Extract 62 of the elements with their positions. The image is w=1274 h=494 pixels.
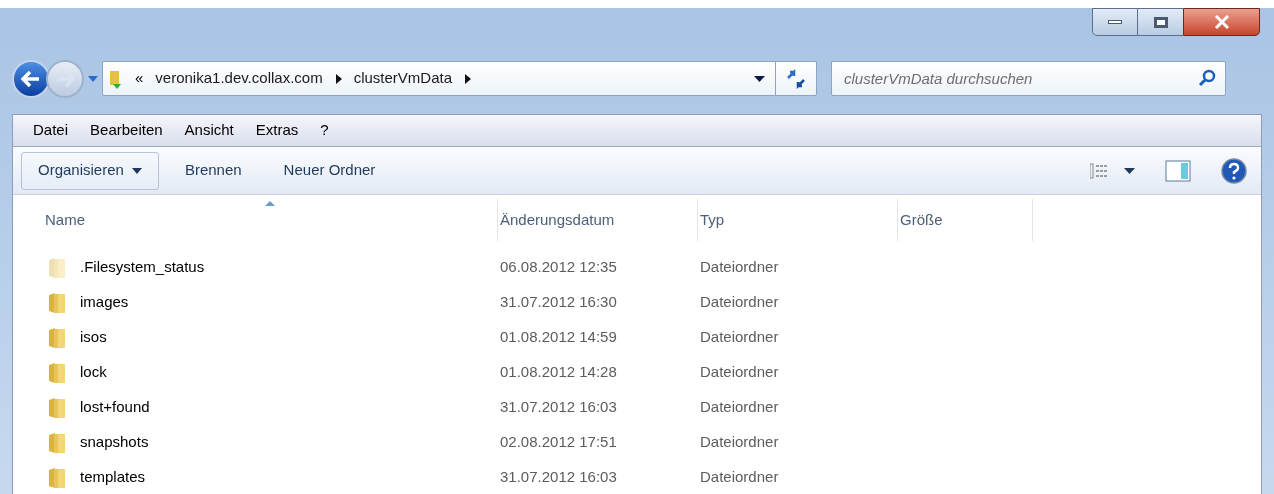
help-icon[interactable] (1221, 157, 1247, 184)
date-cell-text: 31.07.2012 16:03 (499, 397, 618, 418)
column-header[interactable]: Typ (698, 199, 898, 241)
menu-item[interactable]: Ansicht (184, 119, 234, 142)
search-field[interactable]: clusterVmData durchsuchen (831, 61, 1226, 96)
minimize-button[interactable] (1092, 8, 1138, 36)
date-cell-text: 31.07.2012 16:30 (499, 292, 618, 313)
file-row[interactable]: snapshots 02.08.2012 17:51 Dateiordner (13, 425, 1261, 460)
search-icon[interactable] (1198, 69, 1216, 87)
date-cell-text: 01.08.2012 14:28 (499, 362, 618, 383)
list-view-icon (1090, 162, 1108, 179)
address-bar[interactable]: « veronika1.dev.collax.com clusterVmData (102, 61, 817, 96)
file-row[interactable]: images 31.07.2012 16:30 Dateiordner (13, 285, 1261, 320)
caret-icon[interactable] (754, 75, 765, 82)
date-cell-text: 02.08.2012 17:51 (499, 432, 618, 453)
file-name: lost+found (80, 397, 150, 418)
toolbar-button[interactable]: Organisieren (21, 151, 159, 190)
column-header[interactable]: Änderungsdatum (498, 199, 698, 241)
file-row[interactable]: lost+found 31.07.2012 16:03 Dateiordner (13, 390, 1261, 425)
breadcrumb-item[interactable]: veronika1.dev.collax.com (155, 67, 323, 90)
caret-icon (1124, 167, 1135, 174)
toolbar-button[interactable]: Neuer Ordner (267, 151, 392, 190)
date-cell-text: 06.08.2012 12:35 (499, 257, 618, 278)
file-name: templates (80, 467, 146, 488)
sort-arrow-icon (265, 201, 275, 206)
close-button[interactable] (1183, 8, 1260, 36)
file-name: isos (80, 327, 107, 348)
close-icon (1213, 15, 1230, 29)
type-cell-text: Dateiordner (699, 397, 780, 418)
arrow-left-icon (21, 70, 41, 87)
file-name: lock (80, 362, 107, 383)
column-header[interactable]: Name (43, 199, 498, 241)
menu-item[interactable]: Datei (33, 119, 69, 142)
type-cell-text: Dateiordner (699, 467, 780, 488)
file-name: images (80, 292, 129, 313)
type-cell-text: Dateiordner (699, 362, 780, 383)
chevron-icon[interactable] (335, 73, 342, 84)
refresh-icon (785, 68, 807, 89)
file-name: .Filesystem_status (80, 257, 205, 278)
file-row[interactable]: isos 01.08.2012 14:59 Dateiordner (13, 320, 1261, 355)
menu-item[interactable]: ? (320, 119, 329, 142)
file-row[interactable]: templates 31.07.2012 16:03 Dateiordner (13, 460, 1261, 494)
view-options-button[interactable] (1090, 162, 1135, 179)
type-cell-text: Dateiordner (699, 292, 780, 313)
date-cell-text: 01.08.2012 14:59 (499, 327, 618, 348)
menu-item[interactable]: Bearbeiten (90, 119, 163, 142)
caret-icon (131, 167, 142, 174)
breadcrumb-item[interactable]: clusterVmData (353, 67, 453, 90)
type-cell-text: Dateiordner (699, 257, 780, 278)
file-row[interactable]: .Filesystem_status 06.08.2012 12:35 Dateiordner (13, 250, 1261, 285)
date-cell-text: 31.07.2012 16:03 (499, 467, 618, 488)
file-name: snapshots (80, 432, 149, 453)
menu-item[interactable]: Extras (255, 119, 299, 142)
file-row[interactable]: lock 01.08.2012 14:28 Dateiordner (13, 355, 1261, 390)
column-header[interactable]: Größe (898, 199, 1033, 241)
type-cell-text: Dateiordner (699, 327, 780, 348)
toolbar-button[interactable]: Brennen (168, 151, 258, 190)
back-button[interactable] (12, 59, 50, 98)
type-cell-text: Dateiordner (699, 432, 780, 453)
maximize-button[interactable] (1138, 8, 1183, 36)
breadcrumb-overflow[interactable]: « (135, 67, 144, 90)
chevron-icon[interactable] (465, 73, 472, 84)
